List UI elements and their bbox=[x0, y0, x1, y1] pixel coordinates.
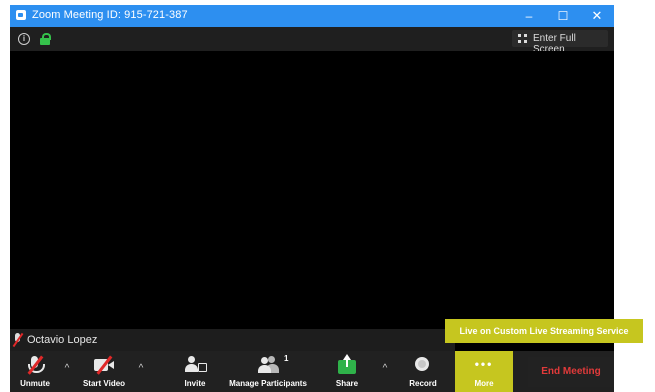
meeting-info-bar: i Enter Full Screen bbox=[10, 27, 614, 55]
maximize-button[interactable]: ☐ bbox=[546, 5, 580, 27]
more-dots-icon: ••• bbox=[474, 357, 494, 371]
meeting-toolbar: Unmute ^ Start Video ^ Invite Manage Par… bbox=[10, 351, 614, 392]
start-video-label: Start Video bbox=[82, 379, 126, 388]
end-meeting-button[interactable]: End Meeting bbox=[528, 357, 614, 387]
share-label: Share bbox=[335, 379, 359, 388]
invite-button[interactable]: Invite bbox=[176, 351, 214, 392]
unmute-button[interactable]: Unmute bbox=[10, 351, 60, 392]
video-options-caret-icon[interactable]: ^ bbox=[136, 363, 146, 374]
mic-muted-icon bbox=[12, 332, 24, 348]
live-streaming-menu-item[interactable]: Live on Custom Live Streaming Service bbox=[445, 319, 643, 343]
manage-participants-button[interactable]: Manage Participants bbox=[222, 351, 314, 392]
close-button[interactable]: ✕ bbox=[580, 5, 614, 27]
start-video-button[interactable]: Start Video bbox=[76, 351, 132, 392]
manage-participants-label: Manage Participants bbox=[229, 379, 307, 388]
participant-name: Octavio Lopez bbox=[27, 334, 98, 346]
video-area bbox=[10, 51, 614, 329]
participant-name-bar: Octavio Lopez bbox=[10, 329, 455, 351]
participant-count-badge: 1 bbox=[284, 354, 289, 363]
video-off-icon bbox=[94, 355, 114, 375]
share-screen-icon bbox=[337, 354, 357, 374]
enter-full-screen-button[interactable]: Enter Full Screen bbox=[512, 30, 608, 55]
zoom-app-icon bbox=[16, 10, 26, 20]
audio-options-caret-icon[interactable]: ^ bbox=[62, 363, 72, 374]
unmute-label: Unmute bbox=[20, 379, 50, 388]
info-icon[interactable]: i bbox=[18, 33, 30, 45]
share-button[interactable]: Share bbox=[330, 351, 364, 392]
more-label: More bbox=[474, 379, 494, 388]
record-button[interactable]: Record bbox=[402, 351, 444, 392]
share-options-caret-icon[interactable]: ^ bbox=[380, 363, 390, 374]
record-label: Record bbox=[409, 379, 437, 388]
fullscreen-icon bbox=[518, 34, 527, 43]
minimize-button[interactable]: – bbox=[512, 5, 546, 27]
microphone-muted-icon bbox=[25, 355, 45, 375]
lock-icon[interactable] bbox=[40, 33, 51, 45]
more-button[interactable]: ••• More bbox=[455, 351, 513, 392]
invite-label: Invite bbox=[184, 379, 206, 388]
record-icon bbox=[413, 356, 433, 374]
invite-person-icon bbox=[185, 356, 207, 374]
window-title: Zoom Meeting ID: 915-721-387 bbox=[32, 9, 188, 21]
title-bar: Zoom Meeting ID: 915-721-387 – ☐ ✕ bbox=[10, 5, 614, 27]
participants-icon bbox=[258, 356, 279, 374]
